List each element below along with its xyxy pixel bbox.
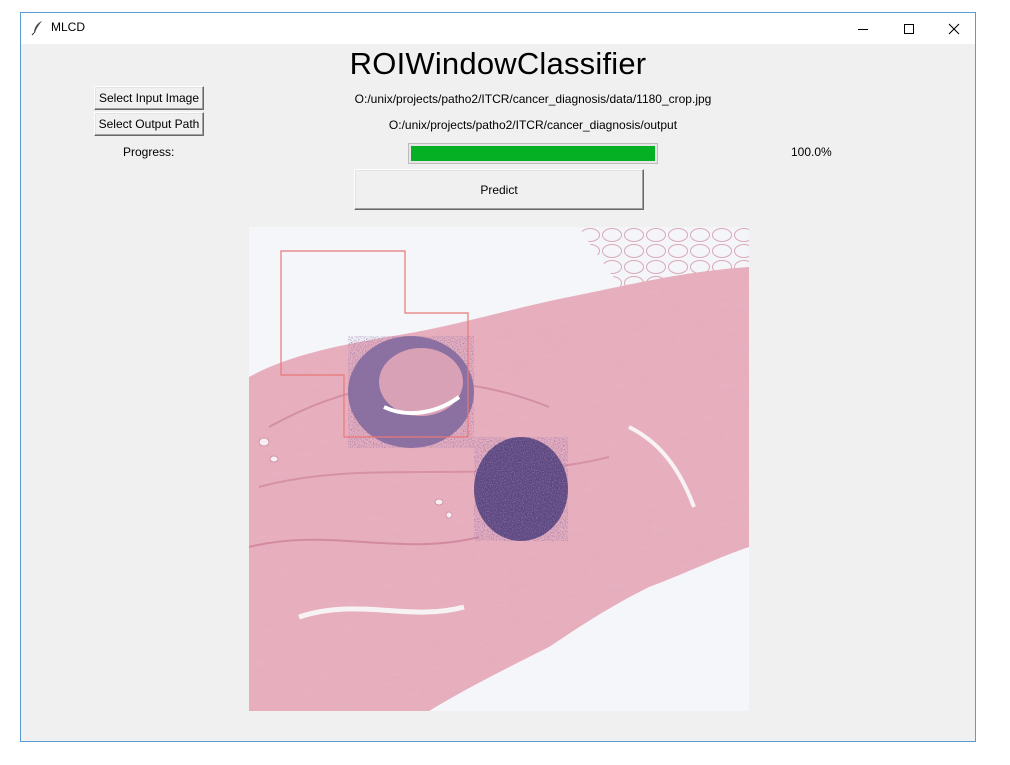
maximize-button[interactable] [886,13,932,44]
tissue-image [249,227,749,711]
app-heading: ROIWindowClassifier [349,46,647,81]
maximize-icon [904,23,914,34]
minimize-button[interactable] [840,13,886,44]
close-button[interactable] [931,13,977,44]
app-window: MLCD ROIWindowClassifier Select Input Im… [20,12,976,742]
feather-icon [31,21,42,36]
lymph-nodule [348,336,474,448]
minimize-icon [858,28,868,30]
predict-button[interactable]: Predict [354,169,644,210]
output-path-label: O:/unix/projects/patho2/ITCR/cancer_diag… [388,118,678,132]
progress-label: Progress: [123,145,175,159]
window-title: MLCD [51,20,86,34]
progress-bar-fill [411,146,655,161]
input-path-label: O:/unix/projects/patho2/ITCR/cancer_diag… [354,92,712,106]
select-output-path-button[interactable]: Select Output Path [94,112,204,136]
title-bar[interactable]: MLCD [21,13,975,44]
close-icon [948,23,960,34]
select-input-image-button[interactable]: Select Input Image [94,86,204,110]
progress-value: 100.0% [791,145,832,159]
progress-bar [408,143,658,164]
lymph-aggregate [474,437,568,541]
